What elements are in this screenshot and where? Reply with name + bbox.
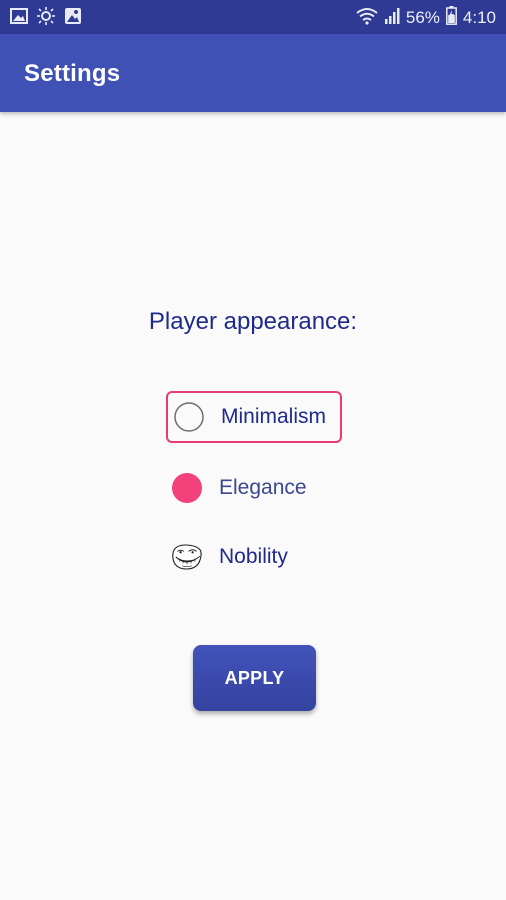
status-bar: 56% 4:10	[0, 0, 506, 34]
photo-icon	[64, 7, 82, 30]
troll-face-icon	[171, 541, 203, 573]
wifi-icon	[356, 7, 378, 30]
clock-time: 4:10	[462, 8, 496, 27]
pink-filled-circle-icon	[171, 472, 203, 504]
battery-percent: 56%	[405, 8, 440, 27]
option-label: Minimalism	[221, 405, 326, 428]
radio-option-nobility[interactable]: Nobility	[166, 531, 342, 583]
page-title: Settings	[24, 60, 121, 87]
battery-icon	[445, 6, 457, 30]
option-label: Nobility	[219, 545, 288, 568]
radio-option-minimalism[interactable]: Minimalism	[166, 391, 342, 443]
signal-icon	[384, 7, 400, 30]
section-title: Player appearance:	[148, 308, 358, 335]
radio-option-elegance[interactable]: Elegance	[166, 462, 342, 514]
apply-button[interactable]: APPLY	[193, 645, 316, 711]
brightness-icon	[36, 7, 56, 30]
option-label: Elegance	[219, 476, 307, 499]
status-right-info: 56% 4:10	[356, 6, 496, 30]
image-icon	[10, 8, 28, 29]
empty-circle-icon	[173, 401, 205, 433]
app-bar: Settings	[0, 34, 506, 112]
status-left-icons	[10, 7, 82, 30]
